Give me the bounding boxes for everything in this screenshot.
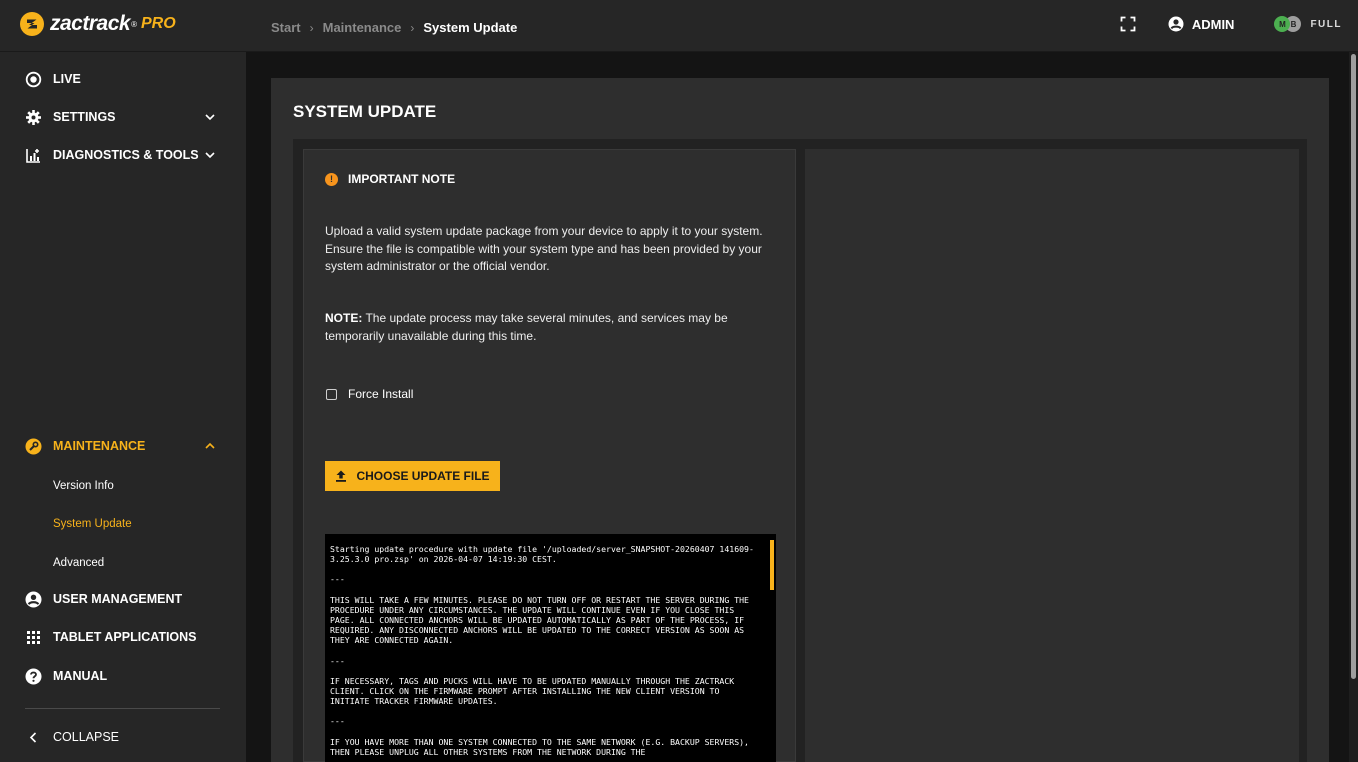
user-circle-icon xyxy=(25,591,42,607)
sidebar-collapse-label: COLLAPSE xyxy=(53,730,120,744)
sidebar-subitem-advanced[interactable]: Advanced xyxy=(53,557,104,569)
upload-instructions: Upload a valid system update package fro… xyxy=(325,224,763,273)
sidebar-collapse[interactable]: COLLAPSE xyxy=(25,727,220,747)
grid-icon xyxy=(27,630,40,644)
gear-icon xyxy=(26,109,41,125)
info-warning-icon: ! xyxy=(325,172,338,186)
update-note: NOTE: The update process may take severa… xyxy=(325,310,775,345)
sidebar-item-manual[interactable]: MANUAL xyxy=(25,666,220,686)
logo-text: zactrack xyxy=(50,12,131,35)
sidebar-subitem-system-update[interactable]: System Update xyxy=(53,518,132,530)
chevron-left-icon xyxy=(29,731,37,743)
log-line: IF YOU HAVE MORE THAN ONE SYSTEM CONNECT… xyxy=(330,736,754,757)
choose-update-file-label: CHOOSE UPDATE FILE xyxy=(356,469,490,483)
live-icon xyxy=(25,71,42,87)
important-note-heading: ! IMPORTANT NOTE xyxy=(325,172,455,186)
breadcrumb-start[interactable]: Start xyxy=(271,20,301,35)
breadcrumb-maintenance[interactable]: Maintenance xyxy=(323,20,402,35)
fullscreen-icon[interactable] xyxy=(1120,16,1136,32)
user-menu[interactable]: ADMIN xyxy=(1168,16,1235,32)
update-panel: ! IMPORTANT NOTE Upload a valid system u… xyxy=(303,149,796,762)
force-install-checkbox[interactable] xyxy=(326,388,337,400)
sidebar-subitem-version-info[interactable]: Version Info xyxy=(53,480,114,492)
note-prefix: NOTE: xyxy=(325,311,363,325)
chevron-down-icon xyxy=(205,114,215,121)
sidebar-item-label: SETTINGS xyxy=(53,110,116,124)
sidebar-item-label: USER MANAGEMENT xyxy=(53,592,183,606)
sidebar-item-label: MANUAL xyxy=(53,669,108,683)
note-text: The update process may take several minu… xyxy=(325,311,728,343)
log-separator: --- xyxy=(330,574,345,585)
note-title: IMPORTANT NOTE xyxy=(348,172,456,186)
sidebar-item-user-management[interactable]: USER MANAGEMENT xyxy=(25,589,220,609)
sidebar-item-live[interactable]: LIVE xyxy=(25,69,220,89)
choose-update-file-button[interactable]: CHOOSE UPDATE FILE xyxy=(325,461,500,491)
logo-registered: ® xyxy=(131,19,137,29)
page-scrollbar[interactable] xyxy=(1349,52,1358,762)
chevron-right-icon: › xyxy=(309,20,314,35)
diagnostics-icon xyxy=(26,148,40,163)
logo-pro: PRO xyxy=(140,15,176,32)
page-scrollbar-thumb[interactable] xyxy=(1351,54,1356,679)
log-line: THIS WILL TAKE A FEW MINUTES. PLEASE DO … xyxy=(330,594,754,646)
sidebar-item-label: MAINTENANCE xyxy=(53,439,146,453)
force-install-option[interactable]: Force Install xyxy=(326,387,413,401)
logo[interactable]: zactrack ® PRO xyxy=(20,12,176,36)
page-title: SYSTEM UPDATE xyxy=(293,102,437,121)
user-name: ADMIN xyxy=(1191,16,1235,32)
account-circle-icon xyxy=(1168,16,1184,32)
content-frame: ! IMPORTANT NOTE Upload a valid system u… xyxy=(293,139,1307,762)
maintenance-icon xyxy=(25,438,42,454)
sidebar-item-label: DIAGNOSTICS & TOOLS xyxy=(53,148,199,162)
breadcrumb: Start › Maintenance › System Update xyxy=(271,20,517,35)
sidebar-divider xyxy=(25,708,220,709)
console-scrollbar[interactable] xyxy=(770,540,774,590)
top-bar: zactrack ® PRO Start › Maintenance › Sys… xyxy=(0,0,1358,52)
force-install-label: Force Install xyxy=(348,387,414,401)
license-indicator[interactable]: M B FULL xyxy=(1274,16,1342,32)
log-separator: --- xyxy=(330,716,345,727)
zactrack-logo-icon xyxy=(20,12,44,36)
log-line: Starting update procedure with update fi… xyxy=(330,544,754,565)
sidebar-item-label: LIVE xyxy=(53,72,81,86)
log-line: IF NECESSARY, TAGS AND PUCKS WILL HAVE T… xyxy=(330,675,740,707)
system-update-card: SYSTEM UPDATE ! IMPORTANT NOTE Upload a … xyxy=(271,78,1329,762)
log-separator: --- xyxy=(330,655,345,666)
update-side-panel xyxy=(805,149,1299,762)
help-icon xyxy=(25,668,42,684)
sidebar-item-diagnostics[interactable]: DIAGNOSTICS & TOOLS xyxy=(25,145,220,165)
license-label: FULL xyxy=(1310,18,1342,30)
sidebar: LIVE SETTINGS DIAGNOSTICS & TOOLS MAINTE… xyxy=(0,52,246,762)
sidebar-item-settings[interactable]: SETTINGS xyxy=(25,107,220,127)
sidebar-item-maintenance[interactable]: MAINTENANCE xyxy=(25,436,220,456)
sidebar-item-tablet-applications[interactable]: TABLET APPLICATIONS xyxy=(25,627,220,647)
chevron-right-icon: › xyxy=(410,20,415,35)
update-log-console[interactable]: Starting update procedure with update fi… xyxy=(325,534,776,762)
chevron-down-icon xyxy=(205,152,215,159)
upload-icon xyxy=(336,470,347,482)
sidebar-item-label: TABLET APPLICATIONS xyxy=(53,630,197,644)
breadcrumb-system-update: System Update xyxy=(423,20,518,35)
chevron-up-icon xyxy=(205,442,215,449)
